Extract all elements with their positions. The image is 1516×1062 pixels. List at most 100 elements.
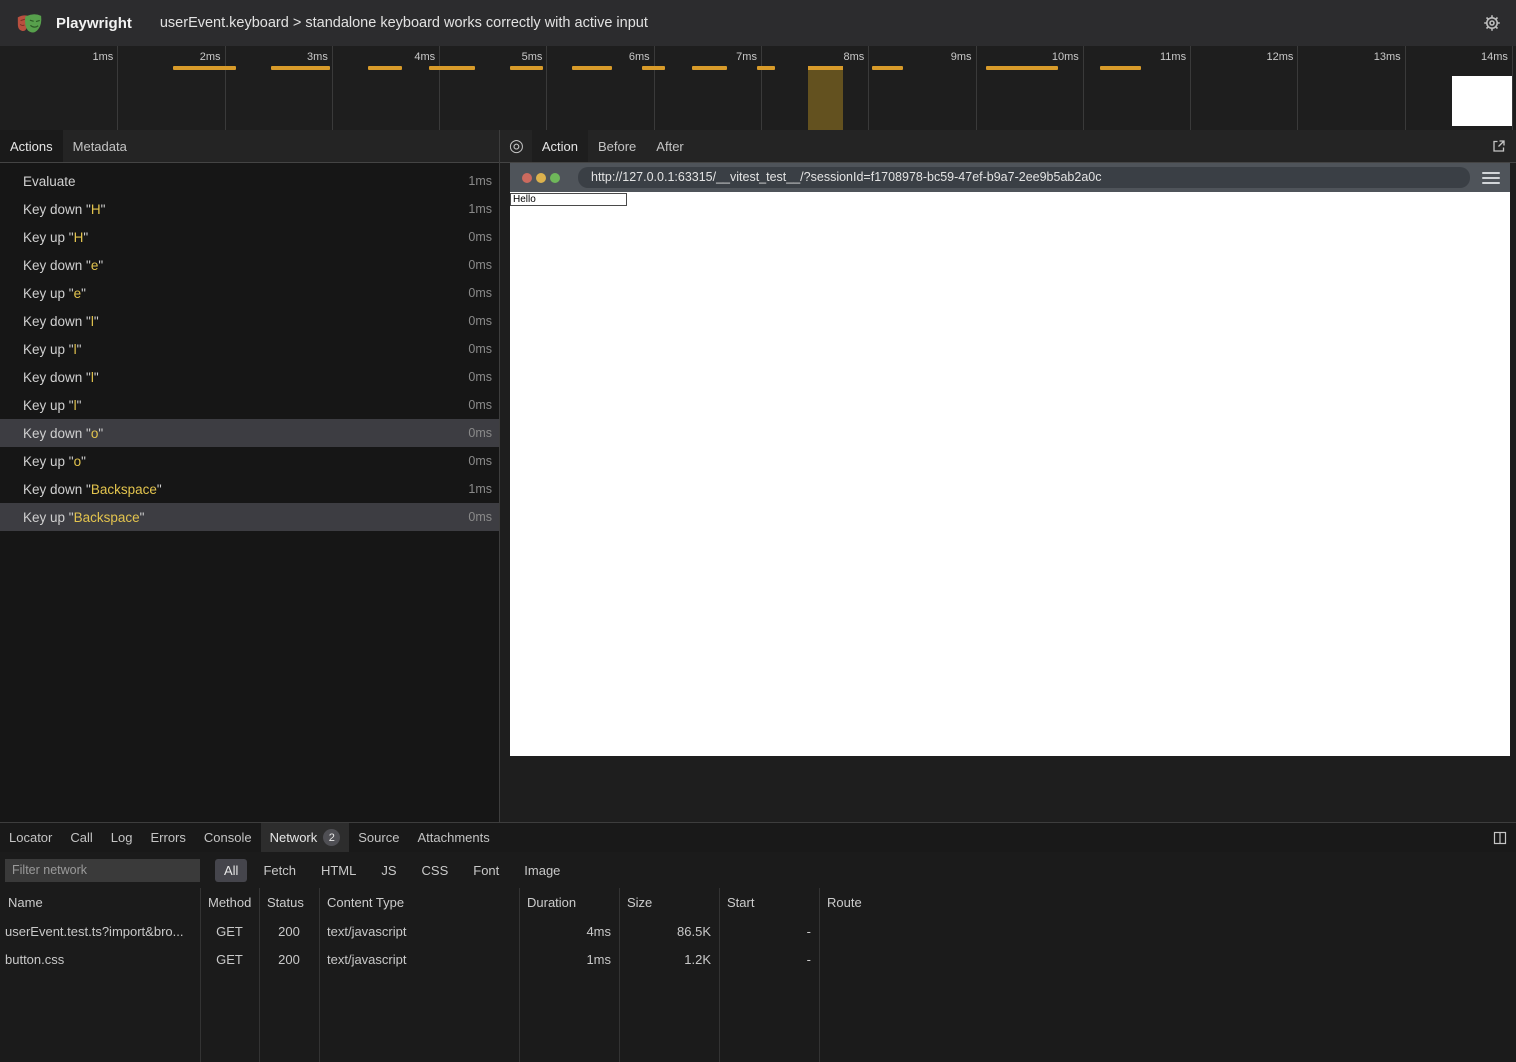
settings-gear-icon[interactable] [1482,13,1502,33]
column-header-size[interactable]: Size [619,888,719,917]
tab-label: Locator [9,830,52,845]
action-row[interactable]: Key up "e"0ms [0,279,499,307]
tab-label: Errors [150,830,185,845]
action-duration: 0ms [468,230,492,244]
tab-source[interactable]: Source [349,823,408,852]
timeline-gridline [1083,46,1084,130]
tab-attachments[interactable]: Attachments [408,823,498,852]
cell-size: 1.2K [619,945,719,973]
tab-locator[interactable]: Locator [0,823,61,852]
pick-locator-icon[interactable]: ◎ [500,130,532,162]
cell-start: - [719,945,819,973]
column-header-status[interactable]: Status [259,888,319,917]
timeline-action-bar[interactable] [1100,66,1141,70]
action-row[interactable]: Key down "e"0ms [0,251,499,279]
filter-chip-all[interactable]: All [215,859,247,882]
network-request-row[interactable]: userEvent.test.ts?import&bro...GET200tex… [0,917,1516,945]
action-row[interactable]: Key up "H"0ms [0,223,499,251]
filter-chip-fetch[interactable]: Fetch [254,859,305,882]
action-row[interactable]: Key down "Backspace"1ms [0,475,499,503]
open-external-icon[interactable] [1482,130,1516,162]
playwright-logo-icon [14,9,44,37]
timeline-action-bar[interactable] [872,66,903,70]
timeline-action-bar[interactable] [986,66,1058,70]
action-row[interactable]: Key down "l"0ms [0,363,499,391]
tab-errors[interactable]: Errors [141,823,194,852]
action-row[interactable]: Key up "l"0ms [0,391,499,419]
snapshot-pane: ◎ ActionBeforeAfter http://127.0.0.1:633… [500,130,1516,822]
split-view-icon[interactable] [1484,823,1516,852]
column-header-name[interactable]: Name [0,888,200,917]
network-request-row[interactable]: button.cssGET200text/javascript1ms1.2K- [0,945,1516,973]
column-header-start[interactable]: Start [719,888,819,917]
action-key-value: e [74,286,82,301]
tab-label: Source [358,830,399,845]
filter-chip-html[interactable]: HTML [312,859,365,882]
filter-chip-font[interactable]: Font [464,859,508,882]
action-row[interactable]: Key up "o"0ms [0,447,499,475]
action-row[interactable]: Key down "H"1ms [0,195,499,223]
cell-route [819,917,1516,945]
column-header-method[interactable]: Method [200,888,259,917]
timeline-action-bar[interactable] [692,66,727,70]
snapshot-tabstrip: ◎ ActionBeforeAfter [500,130,1516,163]
network-count-badge: 2 [323,829,340,846]
timeline-gridline [546,46,547,130]
page-text-input[interactable]: Hello [510,193,627,206]
action-duration: 1ms [468,482,492,496]
action-key-value: Backspace [91,482,157,497]
action-label: Key up " [23,398,74,413]
timeline-gridline [976,46,977,130]
timeline-selected-action-bar[interactable] [808,66,843,130]
timeline-tick-label: 1ms [92,51,117,63]
action-label: Key down " [23,258,91,273]
action-row[interactable]: Key up "Backspace"0ms [0,503,499,531]
action-row[interactable]: Key down "l"0ms [0,307,499,335]
timeline-action-bar[interactable] [173,66,236,70]
tab-log[interactable]: Log [102,823,142,852]
action-label: Key up " [23,510,74,525]
tab-actions[interactable]: Actions [0,130,63,162]
action-row[interactable]: Key up "l"0ms [0,335,499,363]
page-snapshot[interactable]: http://127.0.0.1:63315/__vitest_test__/?… [510,163,1510,756]
timeline-action-bar[interactable] [510,66,543,70]
timeline-action-bar[interactable] [429,66,475,70]
timeline-action-bar[interactable] [368,66,402,70]
timeline[interactable]: 1ms2ms3ms4ms5ms6ms7ms8ms9ms10ms11ms12ms1… [0,46,1516,130]
cell-status: 200 [259,917,319,945]
timeline-screenshot-thumbnail[interactable] [1452,76,1512,126]
browser-menu-icon [1482,172,1500,184]
action-key-value: o [74,454,82,469]
filter-chip-css[interactable]: CSS [413,859,458,882]
timeline-gridline [761,46,762,130]
column-header-duration[interactable]: Duration [519,888,619,917]
network-toolbar: All Fetch HTML JS CSS Font Image [0,852,1516,888]
tab-console[interactable]: Console [195,823,261,852]
filter-chip-image[interactable]: Image [515,859,569,882]
timeline-action-bar[interactable] [642,66,665,70]
traffic-light-red-icon [522,173,532,183]
tab-action[interactable]: Action [532,130,588,162]
action-row[interactable]: Key down "o"0ms [0,419,499,447]
table-header-row: NameMethodStatusContent TypeDurationSize… [0,888,1516,917]
tab-after[interactable]: After [646,130,693,162]
timeline-action-bar[interactable] [757,66,775,70]
tab-network[interactable]: Network2 [261,823,350,852]
filter-network-input[interactable] [5,859,200,882]
timeline-action-bar[interactable] [572,66,612,70]
tab-before[interactable]: Before [588,130,646,162]
timeline-tick-label: 8ms [843,51,868,63]
action-label: " [81,454,86,469]
cell-method: GET [200,945,259,973]
cell-start: - [719,917,819,945]
timeline-action-bar[interactable] [271,66,330,70]
filter-chip-js[interactable]: JS [372,859,405,882]
tab-metadata[interactable]: Metadata [63,130,137,162]
timeline-tick-label: 3ms [307,51,332,63]
tab-call[interactable]: Call [61,823,101,852]
column-header-route[interactable]: Route [819,888,1516,917]
action-row[interactable]: Evaluate1ms [0,167,499,195]
column-header-content-type[interactable]: Content Type [319,888,519,917]
traffic-light-green-icon [550,173,560,183]
timeline-gridline [868,46,869,130]
